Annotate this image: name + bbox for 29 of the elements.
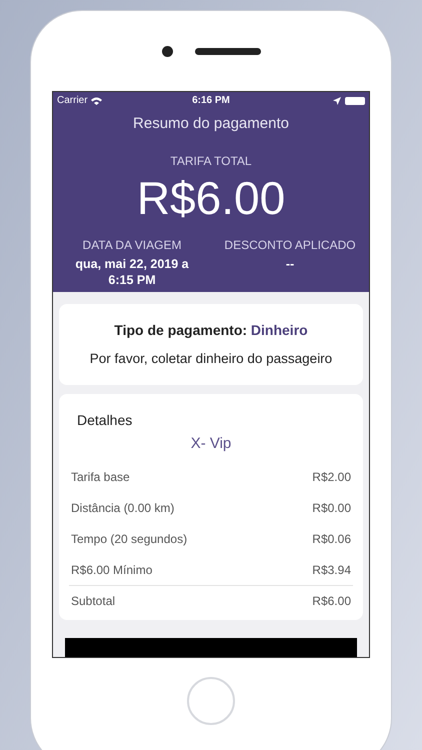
fare-value: R$6.00: [312, 593, 351, 610]
total-label: TARIFA TOTAL: [170, 152, 252, 170]
carrier-label: Carrier: [57, 94, 88, 108]
home-button[interactable]: [187, 677, 235, 725]
fare-value: R$3.94: [312, 562, 351, 579]
fare-value: R$2.00: [312, 468, 351, 486]
info-value: qua, mai 22, 2019 a 6:15 PM: [74, 256, 190, 288]
fare-value: R$0.00: [312, 500, 351, 517]
info-label: DATA DA VIAGEM: [82, 236, 182, 254]
info-value: --: [284, 256, 296, 272]
total-amount: R$6.00: [136, 170, 286, 226]
fare-label: R$6.00 Mínimo: [71, 562, 152, 579]
payment-note: Por favor, coletar dinheiro do passageiro: [90, 350, 332, 368]
fare-value: R$0.06: [312, 530, 351, 548]
fare-label: Subtotal: [71, 593, 116, 610]
screen-title: Resumo do pagamento: [133, 114, 289, 134]
vehicle-category: X- Vip: [190, 434, 232, 454]
wifi-icon: [90, 96, 102, 104]
details-title: Detalhes: [77, 410, 134, 430]
payment-type: Tipo de pagamento: Dinheiro: [114, 320, 308, 340]
fare-label: Tempo (20 segundos): [71, 530, 188, 548]
status-time: 6:16 PM: [192, 94, 230, 108]
info-label: DESCONTO APLICADO: [224, 236, 356, 254]
location-icon: [332, 96, 341, 104]
speaker-icon: [194, 48, 260, 54]
battery-icon: [344, 96, 365, 104]
fare-label: Tarifa base: [71, 468, 130, 486]
camera-icon: [162, 46, 172, 56]
fare-label: Distância (0.00 km): [71, 500, 174, 517]
